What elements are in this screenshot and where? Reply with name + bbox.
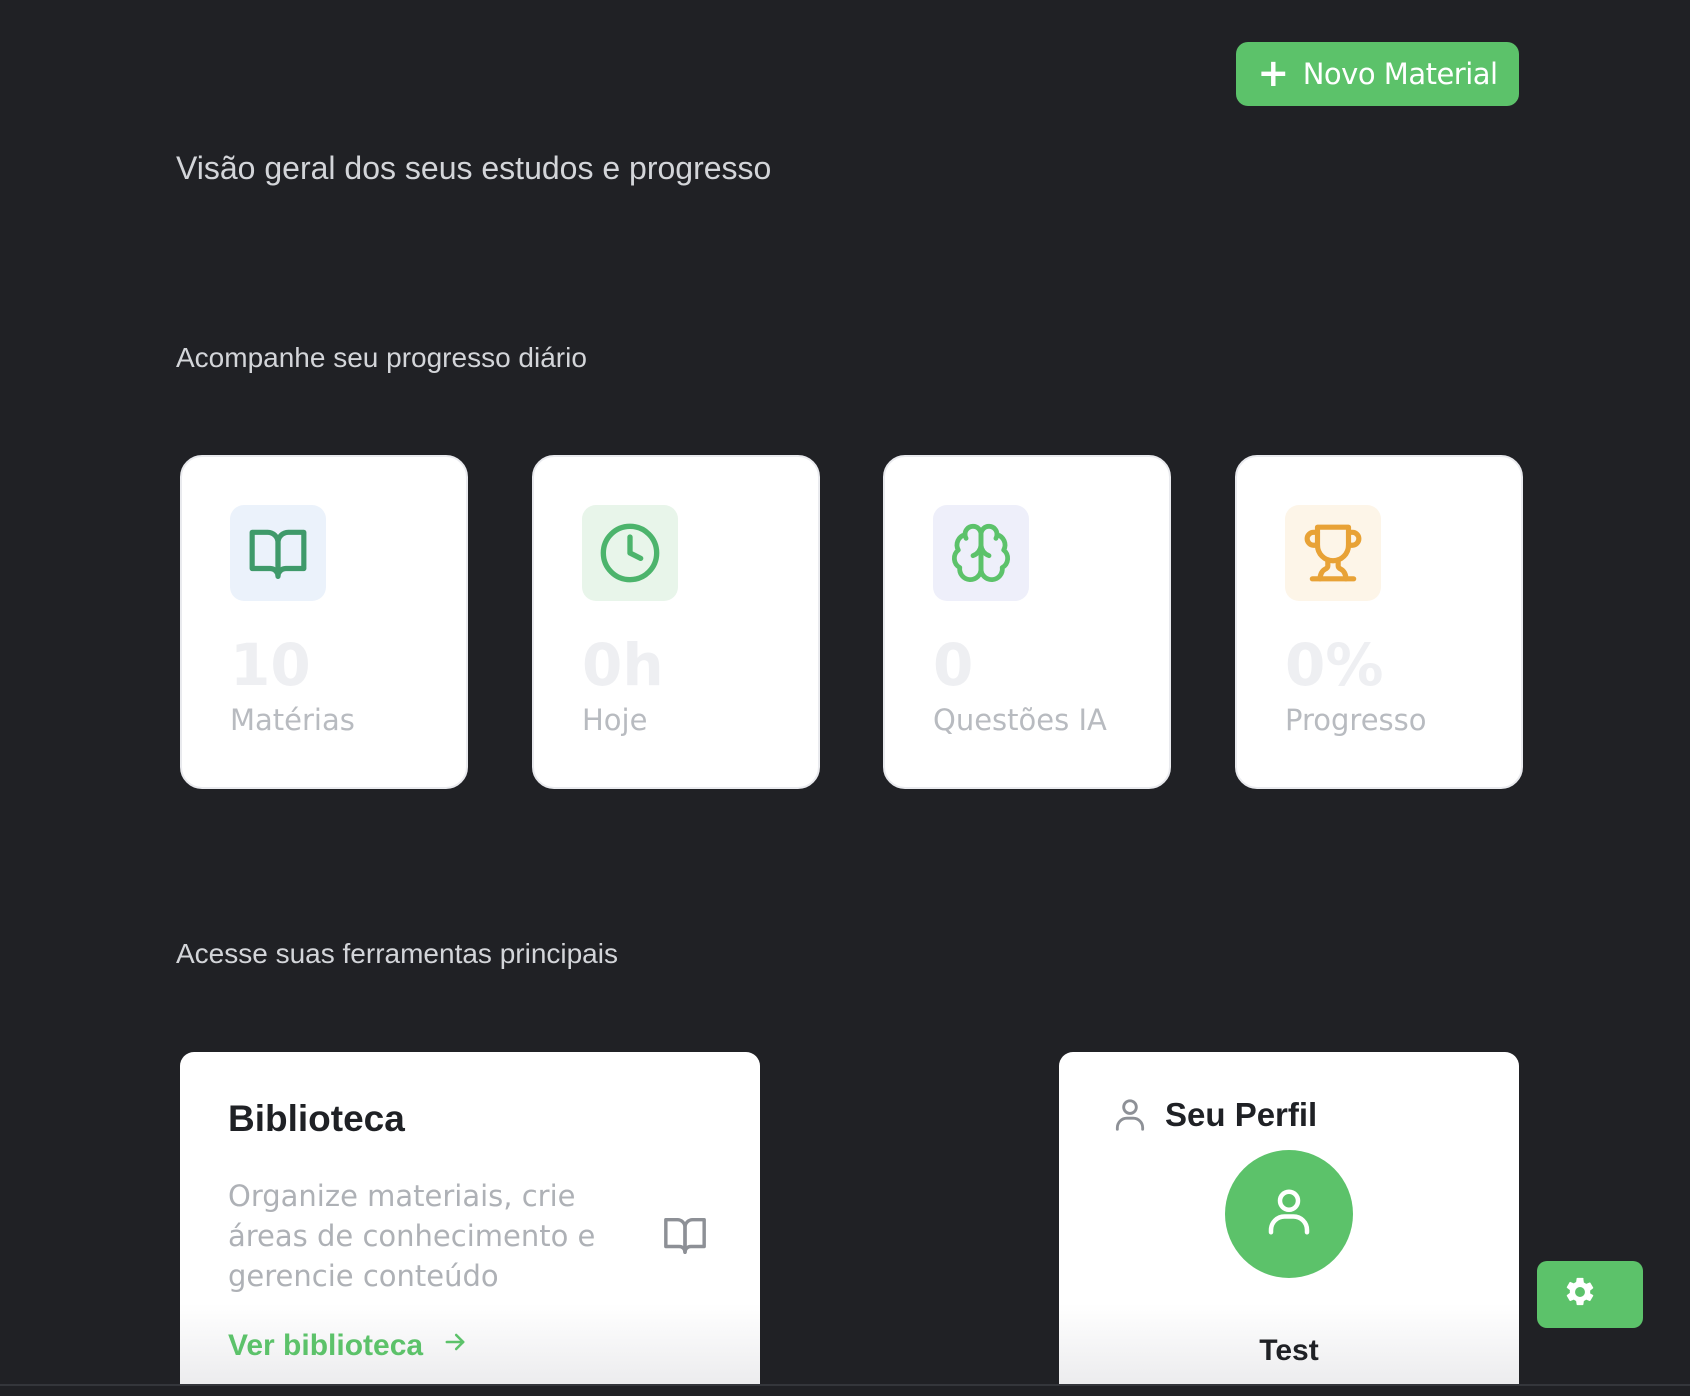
- library-title: Biblioteca: [228, 1098, 405, 1139]
- view-library-label: Ver biblioteca: [228, 1329, 424, 1362]
- stat-value: 10: [230, 631, 311, 699]
- user-icon: [1262, 1185, 1316, 1244]
- progress-section-title: Acompanhe seu progresso diário: [176, 342, 587, 373]
- bottom-divider: [0, 1384, 1690, 1386]
- stat-card-ai-questions: 0 Questões IA: [883, 455, 1171, 789]
- profile-title: Seu Perfil: [1165, 1096, 1318, 1133]
- page-subtitle: Visão geral dos seus estudos e progresso: [176, 150, 772, 186]
- new-material-label: Novo Material: [1302, 57, 1498, 91]
- profile-card[interactable]: Seu Perfil Test: [1059, 1052, 1519, 1384]
- plus-icon: +: [1257, 50, 1289, 95]
- view-library-link[interactable]: Ver biblioteca: [228, 1328, 469, 1364]
- stat-value: 0: [933, 631, 974, 699]
- stat-label: Progresso: [1285, 703, 1427, 737]
- avatar: [1225, 1150, 1353, 1278]
- new-material-button[interactable]: + Novo Material: [1236, 42, 1519, 106]
- stat-card-today: 0h Hoje: [532, 455, 820, 789]
- book-open-icon: [662, 1212, 708, 1263]
- stat-value: 0%: [1285, 631, 1384, 699]
- tools-section-title: Acesse suas ferramentas principais: [176, 938, 618, 969]
- library-description: Organize materiais, crie áreas de conhec…: [228, 1179, 596, 1293]
- stat-label: Hoje: [582, 703, 648, 737]
- book-open-icon: [230, 505, 326, 601]
- settings-button[interactable]: [1537, 1261, 1643, 1328]
- stat-card-subjects: 10 Matérias: [180, 455, 468, 789]
- stat-label: Questões IA: [933, 703, 1107, 737]
- user-icon: [1111, 1096, 1149, 1139]
- brain-icon: [933, 505, 1029, 601]
- stat-value: 0h: [582, 631, 664, 699]
- stat-label: Matérias: [230, 703, 355, 737]
- library-card[interactable]: Biblioteca Organize materiais, crie área…: [180, 1052, 760, 1384]
- gear-icon: [1563, 1275, 1597, 1314]
- trophy-icon: [1285, 505, 1381, 601]
- clock-icon: [582, 505, 678, 601]
- stat-card-progress: 0% Progresso: [1235, 455, 1523, 789]
- profile-name: Test: [1259, 1334, 1319, 1367]
- arrow-right-icon: [441, 1328, 469, 1364]
